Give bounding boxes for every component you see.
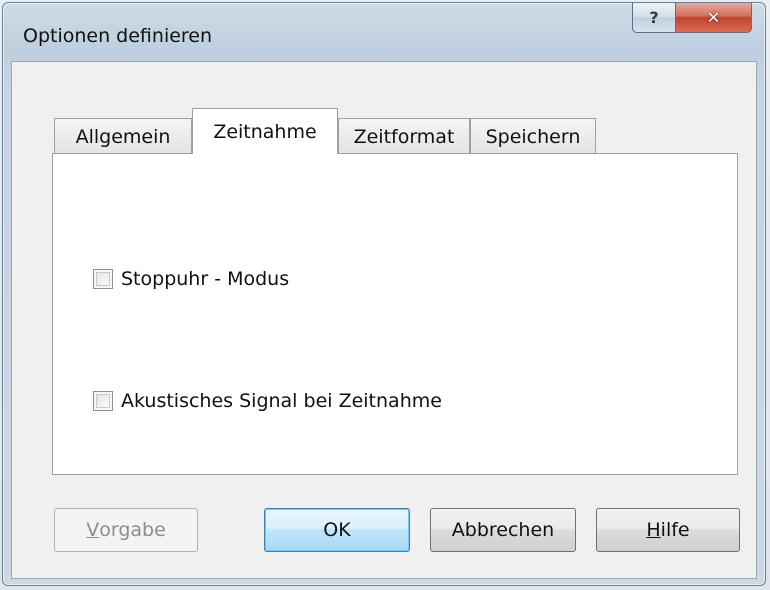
akustisches-signal-label[interactable]: Akustisches Signal bei Zeitnahme	[121, 390, 442, 412]
title-bar[interactable]: Optionen definieren ? ✕	[3, 3, 765, 63]
help-icon[interactable]: ?	[632, 3, 676, 33]
tab-speichern[interactable]: Speichern	[470, 118, 596, 154]
ok-label: OK	[323, 519, 351, 541]
close-icon[interactable]: ✕	[676, 3, 752, 33]
abbrechen-button[interactable]: Abbrechen	[430, 508, 576, 552]
tab-label: Allgemein	[75, 125, 171, 148]
tab-allgemein[interactable]: Allgemein	[54, 118, 192, 154]
ok-button[interactable]: OK	[264, 508, 410, 552]
tab-label: Zeitformat	[353, 125, 455, 148]
window-title: Optionen definieren	[23, 25, 213, 47]
dialog-client-area: Allgemein Zeitnahme Zeitformat Speichern…	[11, 61, 757, 579]
vorgabe-button[interactable]: Vorgabe	[54, 508, 198, 552]
vorgabe-label: orgabe	[99, 519, 166, 541]
dialog-window: Optionen definieren ? ✕ Allgemein Zeitna…	[2, 2, 766, 586]
tab-zeitformat[interactable]: Zeitformat	[338, 118, 470, 154]
hilfe-accel: H	[646, 519, 661, 541]
stoppuhr-modus-label[interactable]: Stoppuhr - Modus	[121, 268, 289, 290]
tab-label: Speichern	[485, 125, 581, 148]
tab-panel-zeitnahme: Stoppuhr - Modus Akustisches Signal bei …	[52, 153, 738, 475]
close-glyph: ✕	[706, 8, 721, 27]
hilfe-label: ilfe	[660, 519, 690, 541]
vorgabe-accel: V	[86, 519, 100, 541]
akustisches-signal-checkbox[interactable]	[93, 391, 113, 411]
option-akustisches-signal[interactable]: Akustisches Signal bei Zeitnahme	[93, 390, 442, 412]
tab-label: Zeitnahme	[213, 120, 317, 143]
help-glyph: ?	[649, 8, 659, 27]
hilfe-button[interactable]: Hilfe	[596, 508, 740, 552]
stoppuhr-modus-checkbox[interactable]	[93, 269, 113, 289]
caption-buttons: ? ✕	[632, 3, 752, 33]
abbrechen-label: Abbrechen	[451, 519, 555, 541]
tab-zeitnahme[interactable]: Zeitnahme	[192, 108, 338, 154]
option-stoppuhr-modus[interactable]: Stoppuhr - Modus	[93, 268, 289, 290]
